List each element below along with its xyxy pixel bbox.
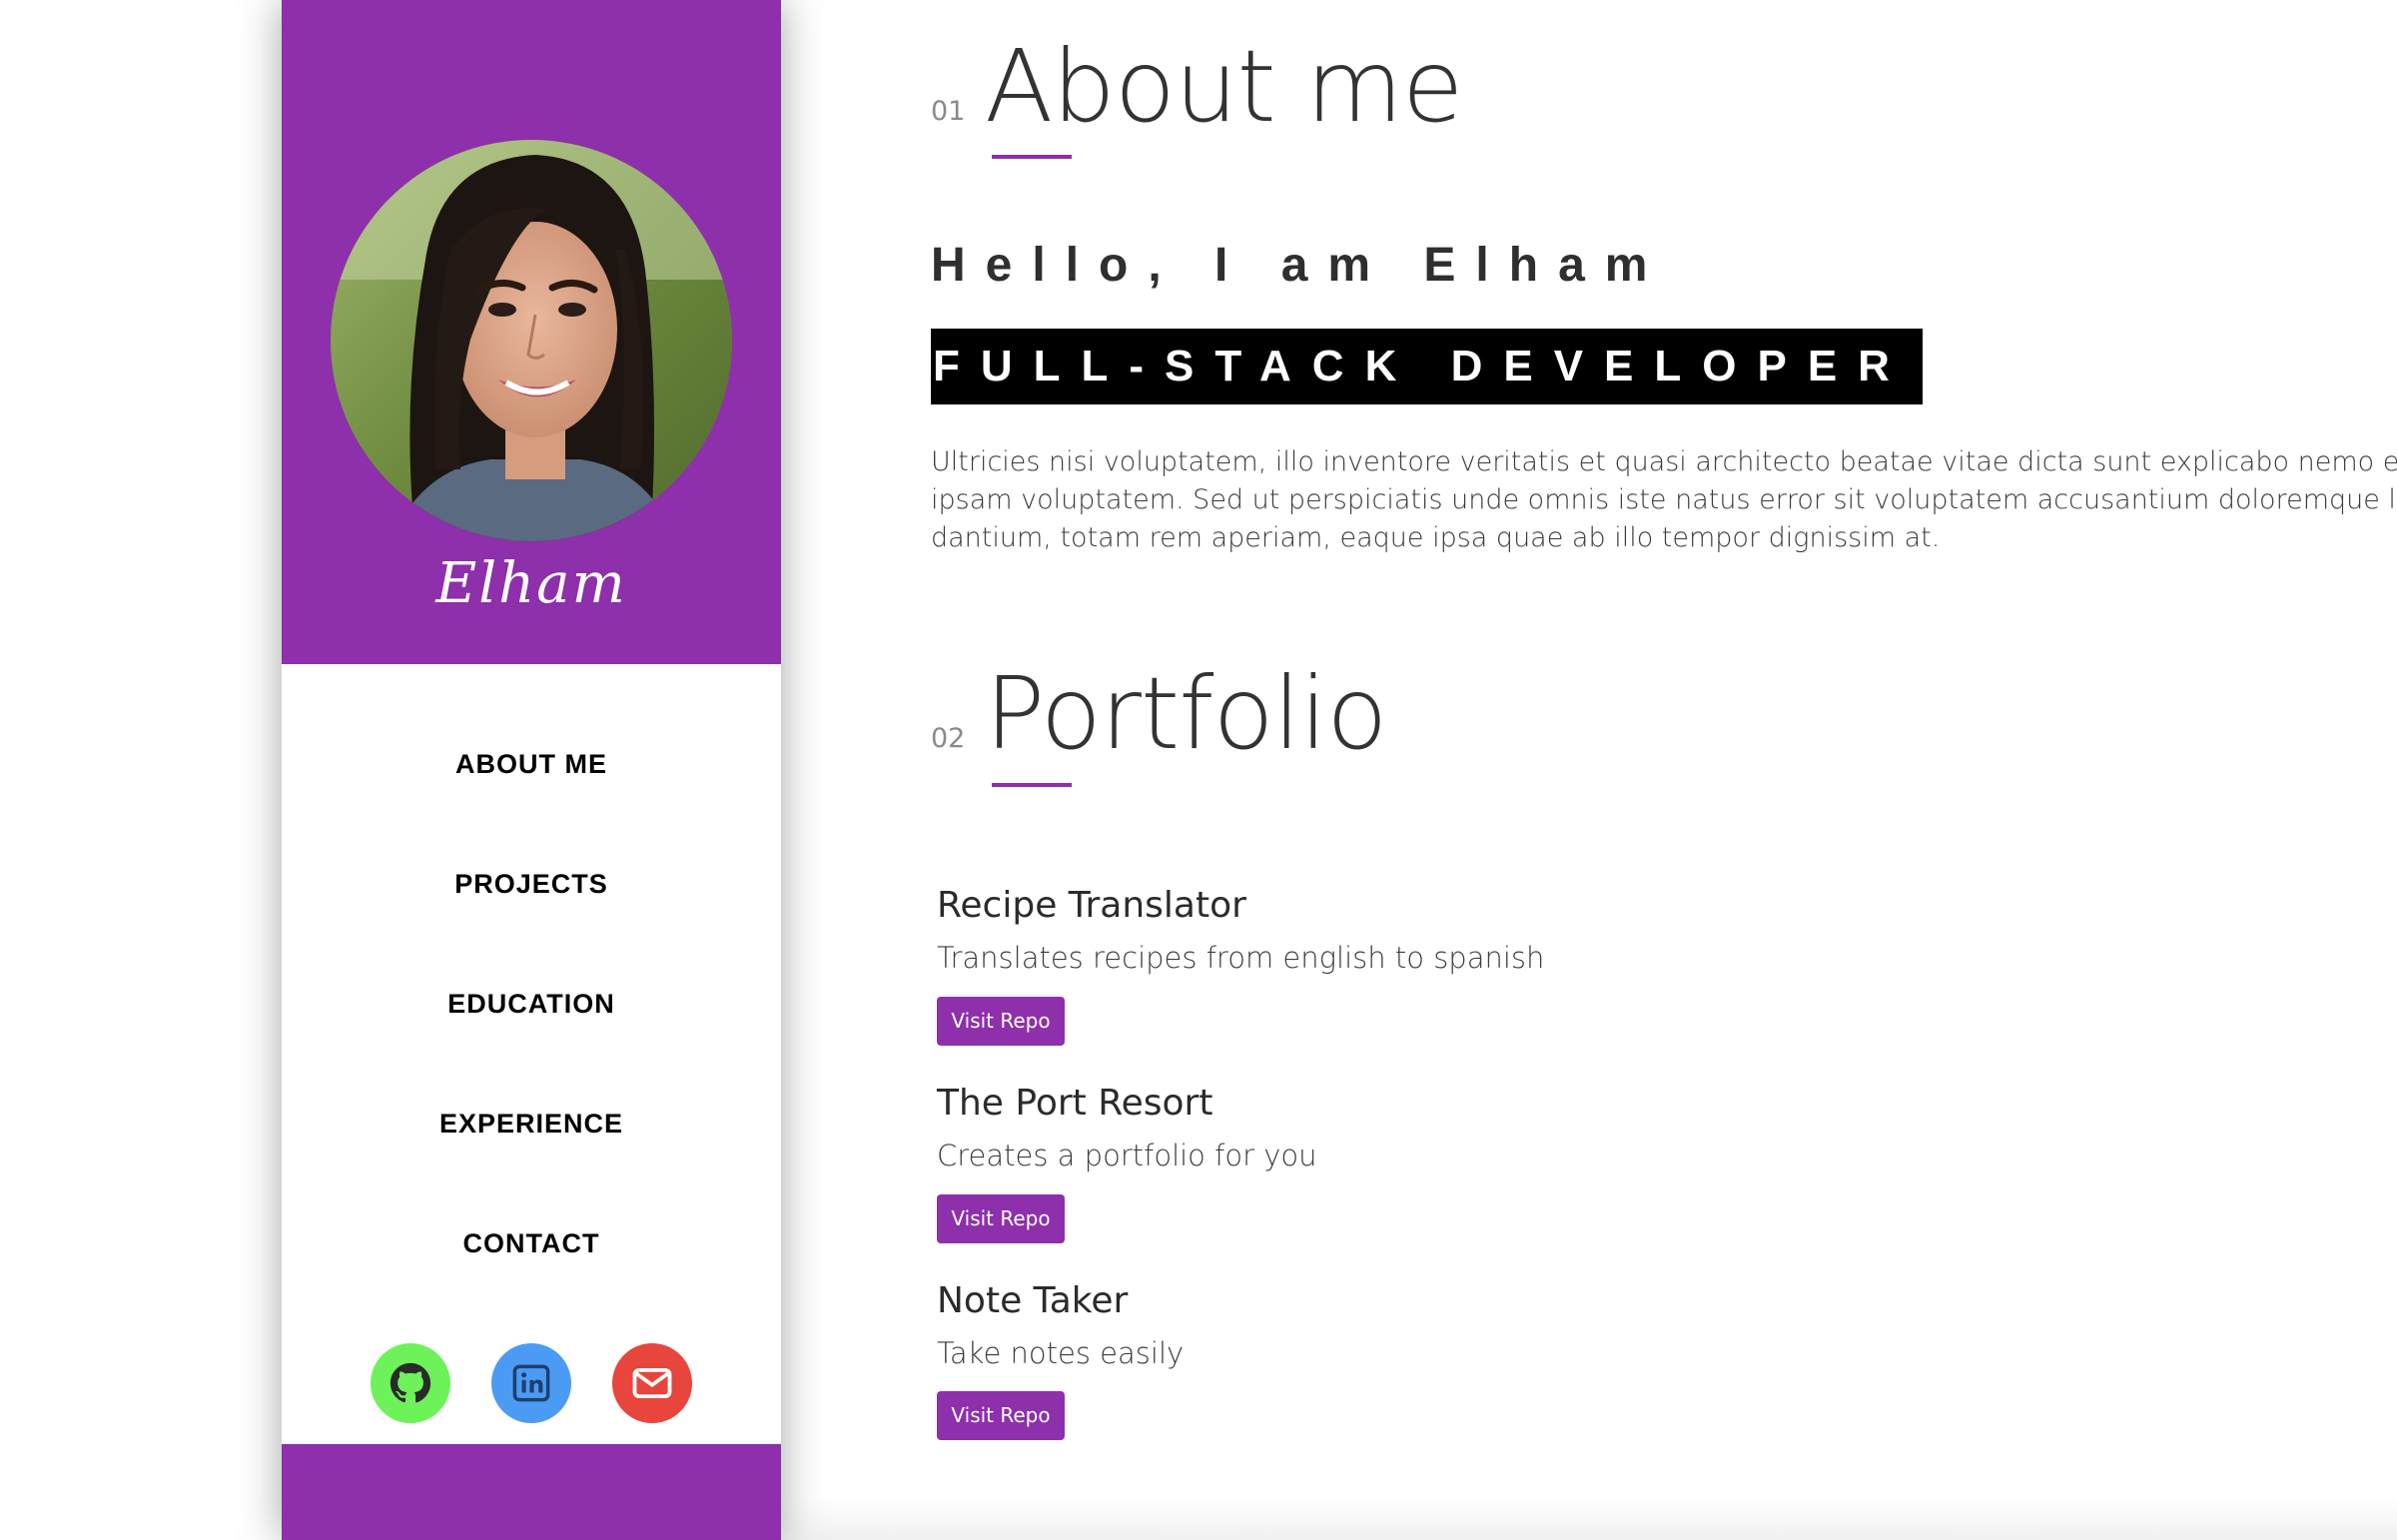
sidebar-header: Elham: [282, 0, 781, 664]
about-text-line: dantium, totam rem aperiam, eaque ipsa q…: [931, 522, 1941, 553]
project-title: Note Taker: [937, 1280, 1129, 1321]
greeting-heading: Hello, I am Elham: [931, 239, 1668, 292]
section-title: Portfolio: [985, 655, 1387, 772]
profile-photo: [331, 140, 732, 541]
linkedin-icon: [512, 1364, 550, 1402]
sidebar: Elham ABOUT ME PROJECTS EDUCATION EXPERI…: [282, 0, 781, 1540]
nav-item-experience[interactable]: EXPERIENCE: [282, 1094, 781, 1154]
github-icon: [390, 1362, 431, 1403]
role-badge: FULL-STACK DEVELOPER: [931, 329, 1923, 404]
brand-name: Elham: [435, 551, 627, 616]
about-text-line: Ultricies nisi voluptatem, illo inventor…: [931, 446, 2397, 477]
envelope-icon: [632, 1367, 672, 1399]
section-title: About me: [985, 28, 1463, 145]
section-number: 01: [931, 96, 966, 127]
visit-repo-button[interactable]: Visit Repo: [937, 997, 1065, 1046]
about-text-line: ipsam voluptatem. Sed ut perspiciatis un…: [931, 484, 2396, 515]
section-number: 02: [931, 723, 966, 754]
bottom-fade: [781, 1498, 2397, 1540]
avatar: [331, 140, 732, 541]
nav-item-contact[interactable]: CONTACT: [282, 1213, 781, 1273]
sidebar-footer: [282, 1444, 781, 1540]
visit-repo-button[interactable]: Visit Repo: [937, 1391, 1065, 1440]
email-link[interactable]: [612, 1343, 692, 1423]
project-description: Take notes easily: [937, 1336, 1185, 1370]
nav-item-education[interactable]: EDUCATION: [282, 974, 781, 1034]
about-paragraph: Ultricies nisi voluptatem, illo inventor…: [931, 443, 2397, 557]
visit-repo-button[interactable]: Visit Repo: [937, 1194, 1065, 1243]
nav-item-about-me[interactable]: ABOUT ME: [282, 734, 781, 794]
project-description: Translates recipes from english to spani…: [937, 941, 1545, 975]
nav-item-projects[interactable]: PROJECTS: [282, 854, 781, 914]
section-underline: [992, 155, 1072, 159]
section-underline: [992, 783, 1072, 787]
linkedin-link[interactable]: [491, 1343, 571, 1423]
project-title: The Port Resort: [937, 1083, 1213, 1124]
github-link[interactable]: [371, 1343, 450, 1423]
project-title: Recipe Translator: [937, 885, 1246, 926]
project-description: Creates a portfolio for you: [937, 1139, 1317, 1172]
